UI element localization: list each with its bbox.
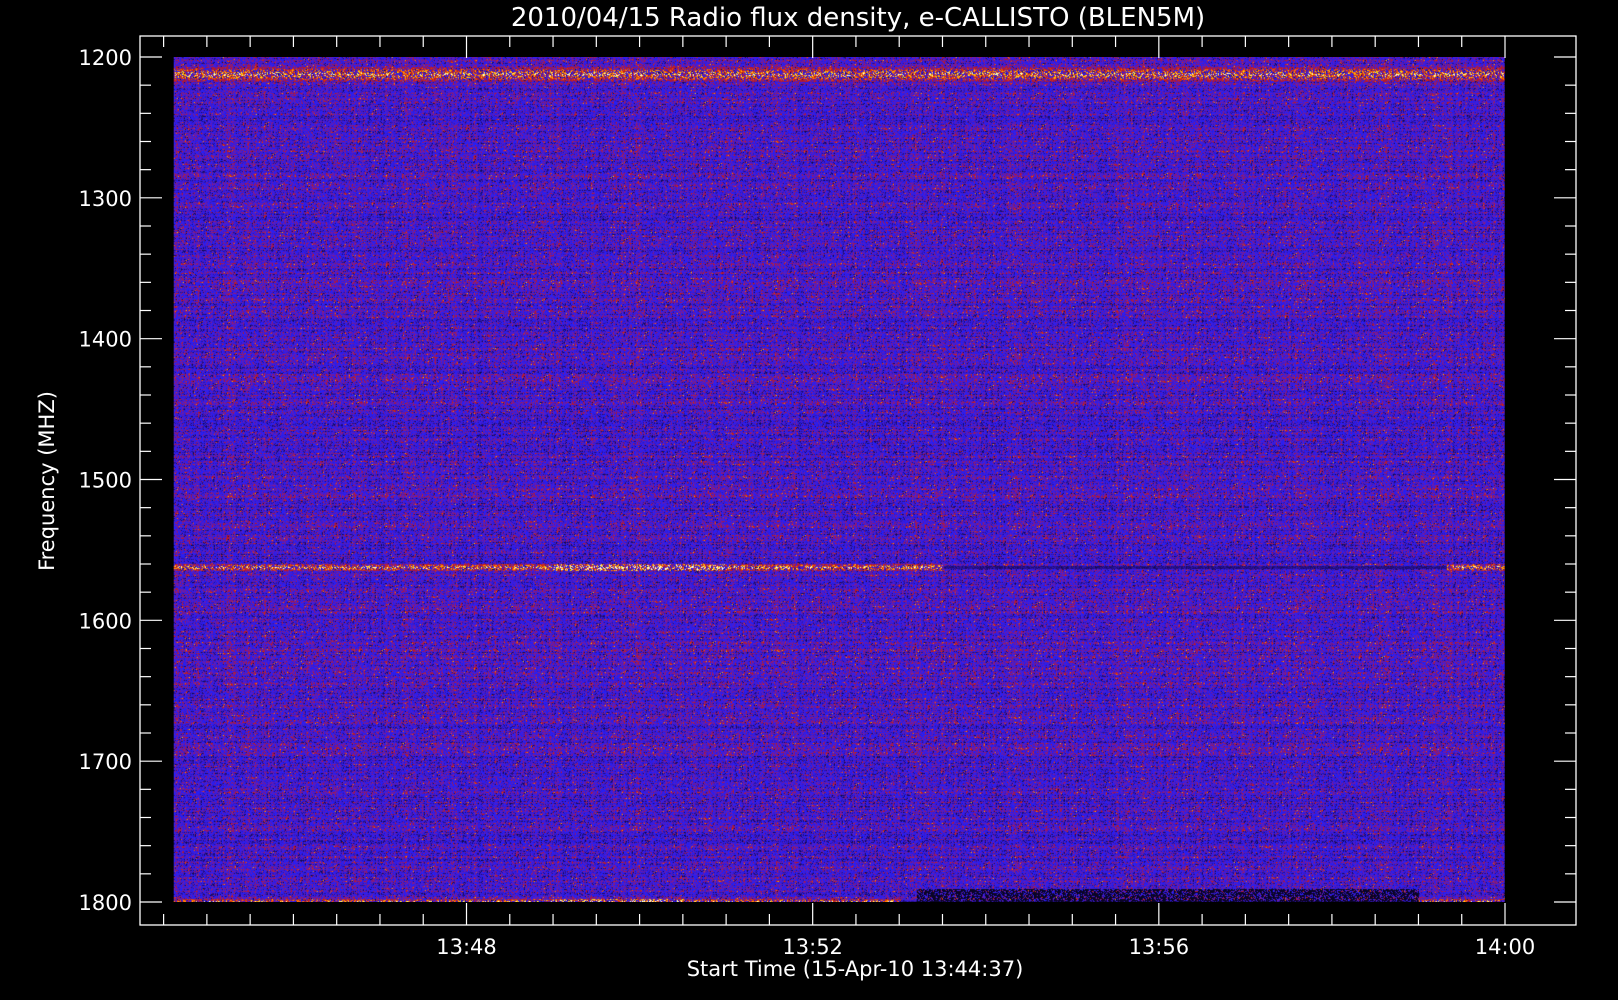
x-axis-label: Start Time (15-Apr-10 13:44:37) [687, 957, 1024, 981]
y-tick-label: 1800 [79, 891, 132, 915]
x-tick-label: 13:56 [1129, 935, 1190, 959]
x-tick-label: 14:00 [1475, 935, 1536, 959]
y-tick-label: 1400 [79, 328, 132, 352]
y-axis-label: Frequency (MHZ) [35, 391, 59, 571]
y-tick-label: 1500 [79, 469, 132, 493]
y-tick-label: 1700 [79, 750, 132, 774]
y-tick-label: 1600 [79, 609, 132, 633]
spectrogram-raster [173, 57, 1505, 902]
y-tick-label: 1200 [79, 46, 132, 70]
chart-title: 2010/04/15 Radio flux density, e-CALLIST… [511, 3, 1205, 33]
y-tick-label: 1300 [79, 187, 132, 211]
x-tick-label: 13:52 [782, 935, 843, 959]
heatmap-image [173, 57, 1505, 902]
x-tick-label: 13:48 [436, 935, 497, 959]
spectrogram-chart: 2010/04/15 Radio flux density, e-CALLIST… [0, 0, 1618, 1000]
